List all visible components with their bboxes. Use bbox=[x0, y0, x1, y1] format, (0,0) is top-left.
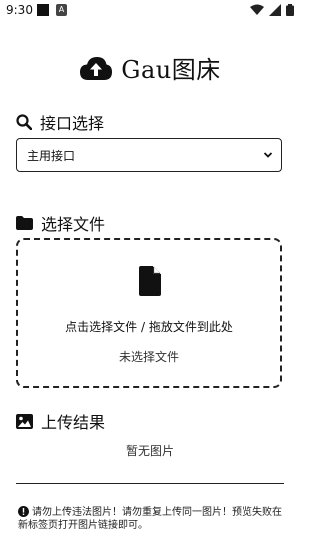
status-bar: 9:30 A bbox=[0, 0, 300, 22]
notification-app-icon: A bbox=[56, 4, 67, 16]
image-icon bbox=[16, 413, 33, 429]
cloud-upload-icon bbox=[80, 56, 113, 80]
status-icons bbox=[249, 4, 294, 16]
interface-heading-label: 接口选择 bbox=[40, 114, 105, 133]
notification-icon bbox=[37, 4, 49, 16]
file-icon bbox=[139, 266, 161, 296]
chevron-down-icon bbox=[263, 152, 273, 158]
file-selection-status: 未选择文件 bbox=[118, 350, 179, 364]
battery-icon bbox=[286, 4, 294, 16]
search-icon bbox=[16, 114, 32, 130]
warning-icon bbox=[18, 506, 29, 517]
wifi-icon bbox=[249, 4, 264, 15]
file-drop-zone[interactable]: 点击选择文件 / 拖放文件到此处 未选择文件 bbox=[16, 238, 282, 388]
app-title: Gau图床 bbox=[121, 56, 221, 84]
results-section-heading: 上传结果 bbox=[16, 409, 105, 433]
footer-notice-text: 请勿上传违法图片！请勿重复上传同一图片！预览失败在新标签页打开图片链接即可。 bbox=[18, 507, 282, 531]
files-heading-label: 选择文件 bbox=[41, 215, 106, 234]
interface-select-value: 主用接口 bbox=[27, 148, 76, 163]
results-empty-text: 暂无图片 bbox=[125, 444, 174, 458]
app-header: Gau图床 bbox=[0, 50, 300, 90]
results-heading-label: 上传结果 bbox=[41, 413, 106, 432]
footer-notice: 请勿上传违法图片！请勿重复上传同一图片！预览失败在新标签页打开图片链接即可。 bbox=[18, 506, 286, 532]
status-time: 9:30 bbox=[6, 3, 33, 17]
footer-divider bbox=[16, 483, 284, 484]
interface-select[interactable]: 主用接口 bbox=[16, 138, 282, 172]
signal-icon bbox=[268, 4, 281, 16]
files-section-heading: 选择文件 bbox=[16, 211, 105, 235]
folder-icon bbox=[16, 216, 33, 230]
drop-zone-hint: 点击选择文件 / 拖放文件到此处 bbox=[65, 320, 233, 334]
interface-section-heading: 接口选择 bbox=[16, 110, 104, 134]
